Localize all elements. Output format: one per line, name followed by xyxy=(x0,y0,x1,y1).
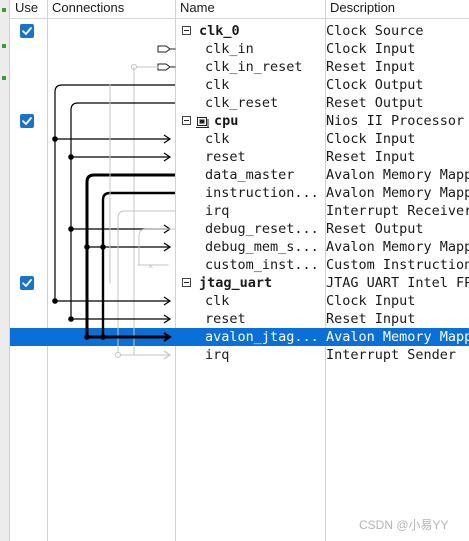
component-name: jtag_uart xyxy=(199,275,273,291)
column-header-connections[interactable]: Connections xyxy=(47,0,175,18)
interface-name: clk xyxy=(205,131,230,147)
component-name: cpu xyxy=(214,113,239,129)
interface-description: Nios II Processor xyxy=(326,113,465,129)
interface-name: debug_mem_s... xyxy=(205,239,319,255)
interface-description: Reset Input xyxy=(326,311,416,327)
edge-marker xyxy=(2,8,6,12)
connection-dot xyxy=(100,334,106,340)
connection-open-dot xyxy=(115,352,121,358)
connection-dot xyxy=(84,334,90,340)
connection-dot xyxy=(84,244,90,250)
interface-name: clk xyxy=(205,293,230,309)
interface-name: clk xyxy=(205,77,230,93)
component-name: clk_0 xyxy=(199,23,240,39)
interface-description: Reset Input xyxy=(326,59,416,75)
interface-name: data_master xyxy=(205,167,295,183)
interface-description: Clock Input xyxy=(326,131,416,147)
interface-description: Avalon Memory Mapp xyxy=(326,239,469,255)
data-master-bus xyxy=(85,173,175,337)
connections-diagram[interactable]: × xyxy=(10,22,180,367)
left-panel-edge xyxy=(0,0,10,541)
interface-name: clk_in_reset xyxy=(205,59,303,75)
interface-name: debug_reset... xyxy=(205,221,319,237)
column-header-use[interactable]: Use xyxy=(10,0,47,18)
connection-dot xyxy=(52,298,58,304)
interface-name: clk_reset xyxy=(205,95,279,111)
interface-description: Custom Instruction xyxy=(326,257,469,273)
interface-description: Interrupt Receiver xyxy=(326,203,469,219)
interface-description: Reset Output xyxy=(326,95,424,111)
connection-dot xyxy=(100,244,106,250)
connection-dot xyxy=(68,226,74,232)
irq-line xyxy=(117,210,175,355)
interface-description: Clock Output xyxy=(326,77,424,93)
interface-description: Clock Input xyxy=(326,293,416,309)
edge-marker xyxy=(2,44,6,48)
interface-name: custom_inst... xyxy=(205,257,319,273)
export-port-icon xyxy=(157,45,171,53)
interface-name: clk_in xyxy=(205,41,254,57)
connection-dot xyxy=(68,154,74,160)
interface-description: Reset Output xyxy=(326,221,424,237)
interface-description: Avalon Memory Mapp xyxy=(326,185,469,201)
interface-description: Clock Input xyxy=(326,41,416,57)
interface-name: irq xyxy=(205,203,230,219)
table-header: Use Connections Name Description xyxy=(10,0,469,19)
interface-name: reset xyxy=(205,311,246,327)
interface-description: Interrupt Sender xyxy=(326,347,457,363)
interface-name: reset xyxy=(205,149,246,165)
edge-marker xyxy=(2,76,6,80)
interface-description: Avalon Memory Mapp xyxy=(326,329,469,345)
connection-dot xyxy=(52,136,58,142)
column-header-name[interactable]: Name xyxy=(175,0,325,18)
interface-description: JTAG UART Intel FP xyxy=(326,275,469,291)
interface-description: Avalon Memory Mapp xyxy=(326,167,469,183)
watermark: CSDN @小易YY xyxy=(359,518,449,532)
interface-description: Clock Source xyxy=(326,23,424,39)
interface-description: Reset Input xyxy=(326,149,416,165)
interface-name: instruction... xyxy=(205,185,319,201)
interface-name: irq xyxy=(205,347,230,363)
connection-dot xyxy=(68,316,74,322)
column-header-description[interactable]: Description xyxy=(325,0,469,18)
export-port-icon xyxy=(157,63,171,71)
unconnected-mark-icon: × xyxy=(148,262,153,272)
interface-name: avalon_jtag... xyxy=(205,329,319,345)
